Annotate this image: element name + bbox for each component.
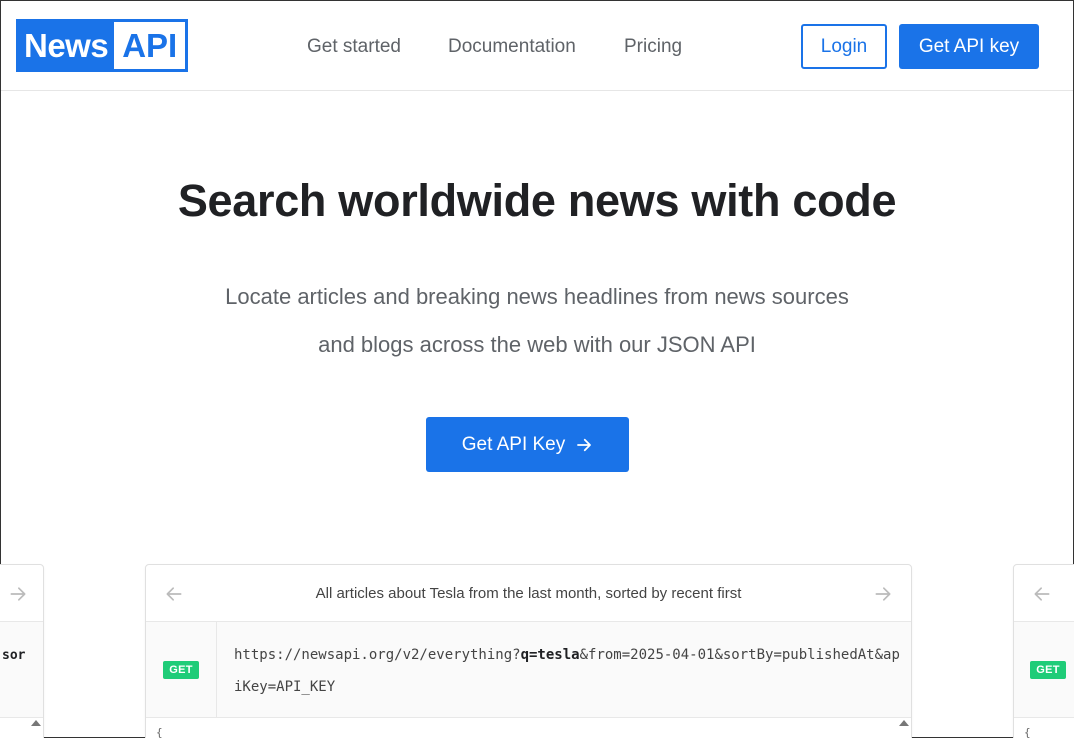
method-column: GET	[1014, 622, 1074, 718]
nav-pricing[interactable]: Pricing	[624, 35, 682, 59]
arrow-right-icon	[577, 438, 592, 451]
arrow-right-icon[interactable]	[8, 584, 28, 604]
method-column: GET	[146, 622, 217, 718]
card-request: GET https://newsapi.org/v2/everything?q=…	[146, 622, 911, 718]
login-button[interactable]: Login	[801, 24, 887, 69]
card-request: GET	[1014, 622, 1074, 718]
scroll-up-icon[interactable]	[899, 720, 909, 726]
url-query: q=tesla	[520, 647, 580, 663]
example-card-previous: sor	[0, 564, 44, 738]
nav-documentation[interactable]: Documentation	[448, 35, 576, 59]
site-header: News API Get started Documentation Prici…	[1, 1, 1073, 91]
card-response	[0, 718, 43, 738]
hero-cta-label: Get API Key	[461, 433, 566, 455]
get-method-badge: GET	[163, 661, 199, 679]
hero-get-api-key-button[interactable]: Get API Key	[426, 417, 629, 472]
example-card-next: GET {	[1013, 564, 1074, 738]
card-header	[0, 565, 43, 622]
url-prefix: https://newsapi.org/v2/everything?	[234, 647, 521, 663]
arrow-right-icon[interactable]	[873, 584, 893, 604]
card-request: sor	[0, 622, 43, 718]
nav-get-started[interactable]: Get started	[307, 35, 401, 59]
get-api-key-button[interactable]: Get API key	[899, 24, 1039, 69]
card-header	[1014, 565, 1074, 622]
scroll-up-icon[interactable]	[31, 720, 41, 726]
card-response: {	[1014, 718, 1074, 738]
example-card: All articles about Tesla from the last m…	[145, 564, 912, 738]
card-header: All articles about Tesla from the last m…	[146, 565, 911, 622]
hero-title: Search worldwide news with code	[177, 175, 897, 226]
request-url-fragment: sor	[2, 648, 26, 663]
arrow-left-icon[interactable]	[1032, 584, 1052, 604]
example-caption: All articles about Tesla from the last m…	[315, 584, 742, 602]
card-response: {	[146, 718, 911, 738]
get-method-badge: GET	[1030, 661, 1066, 679]
request-url[interactable]: https://newsapi.org/v2/everything?q=tesl…	[234, 639, 902, 703]
arrow-left-icon[interactable]	[164, 584, 184, 604]
hero-subtitle: Locate articles and breaking news headli…	[225, 284, 849, 357]
response-json-start: {	[156, 726, 163, 738]
response-json-start: {	[1024, 726, 1031, 738]
